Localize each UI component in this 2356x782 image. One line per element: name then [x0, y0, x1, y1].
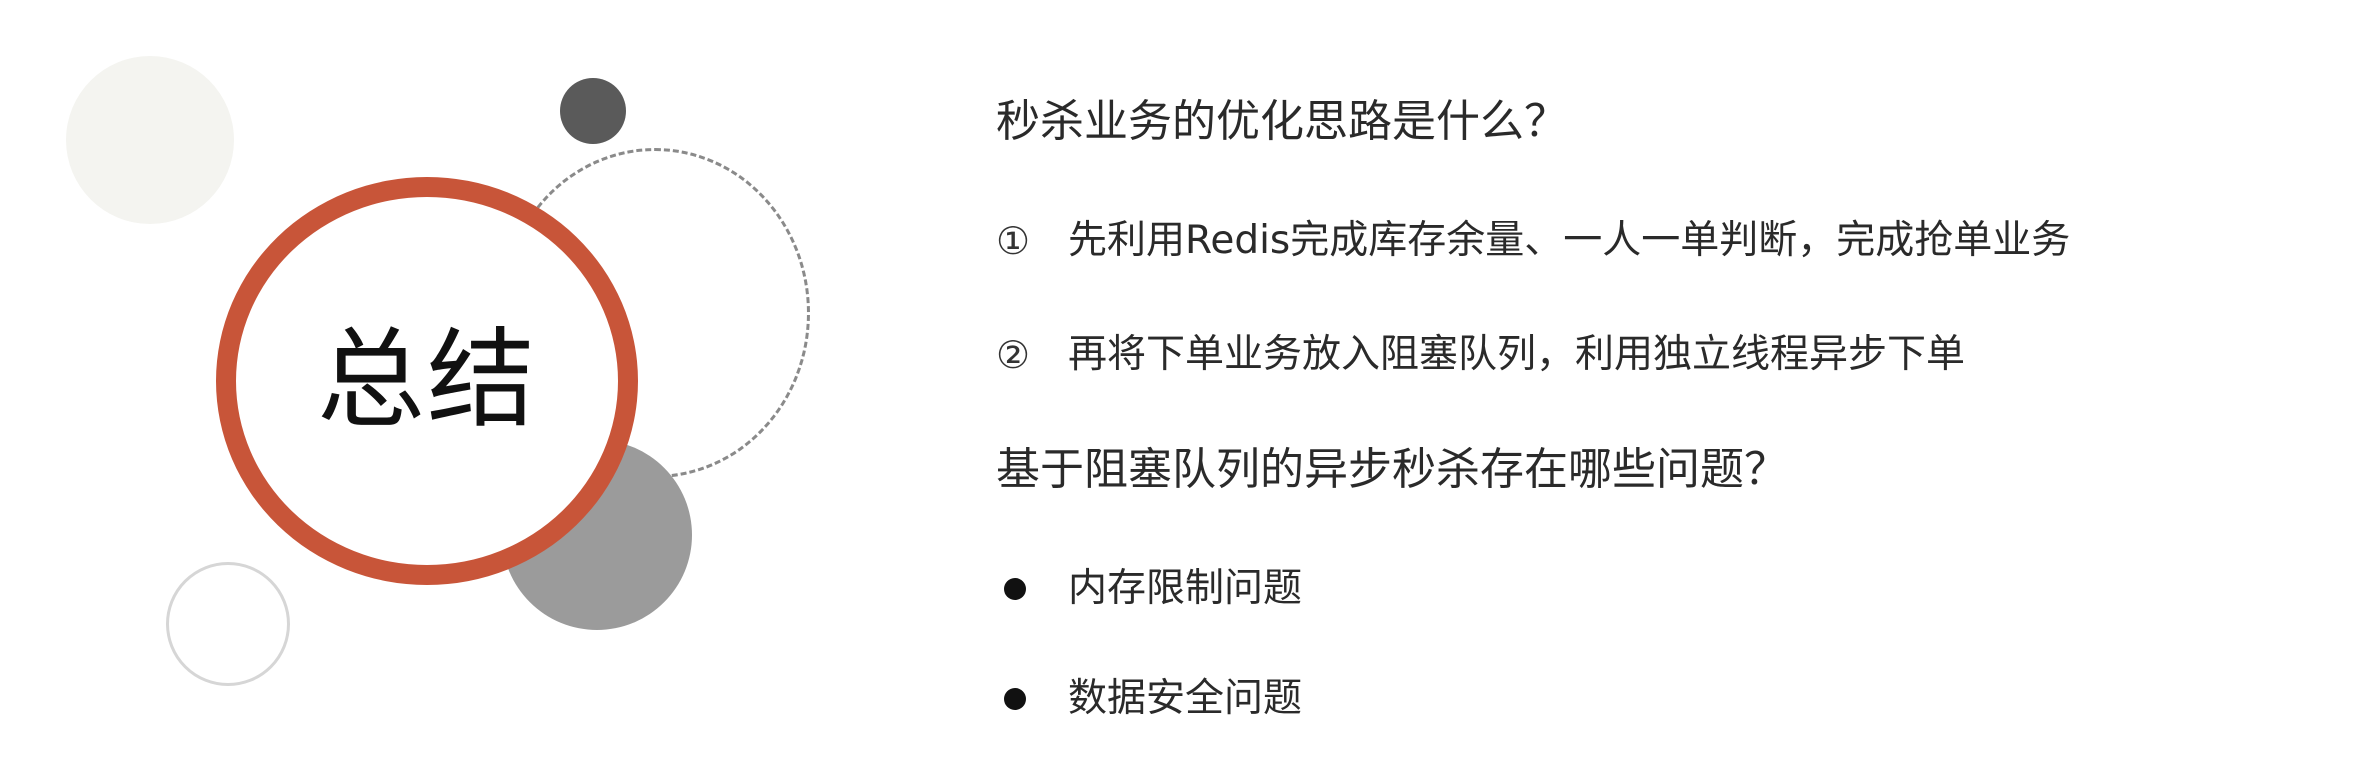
question-problems: 基于阻塞队列的异步秒杀存在哪些问题？: [996, 444, 1788, 495]
answer-text-1: 先利用Redis完成库存余量、一人一单判断，完成抢单业务: [1068, 218, 2071, 263]
answer-item-2: ② 再将下单业务放入阻塞队列，利用独立线程异步下单: [996, 332, 1965, 379]
summary-ring: 总结: [216, 177, 638, 585]
answer-item-1: ① 先利用Redis完成库存余量、一人一单判断，完成抢单业务: [996, 218, 2070, 265]
circled-number-2: ②: [996, 332, 1031, 377]
bullet-dot-icon: [1004, 688, 1026, 711]
problem-text-1: 内存限制问题: [1068, 566, 1303, 611]
problem-item-1: 内存限制问题: [996, 566, 1302, 613]
question-optimization: 秒杀业务的优化思路是什么？: [996, 96, 1568, 147]
pale-circle-decoration: [66, 56, 234, 224]
circled-number-1: ①: [996, 218, 1031, 263]
outline-circle-decoration: [166, 562, 290, 686]
dark-dot-decoration: [560, 78, 626, 144]
summary-title: 总结: [316, 318, 537, 443]
bullet-dot-icon: [1004, 578, 1026, 601]
problem-text-2: 数据安全问题: [1068, 676, 1303, 721]
problem-item-2: 数据安全问题: [996, 676, 1302, 723]
answer-text-2: 再将下单业务放入阻塞队列，利用独立线程异步下单: [1068, 332, 1966, 377]
